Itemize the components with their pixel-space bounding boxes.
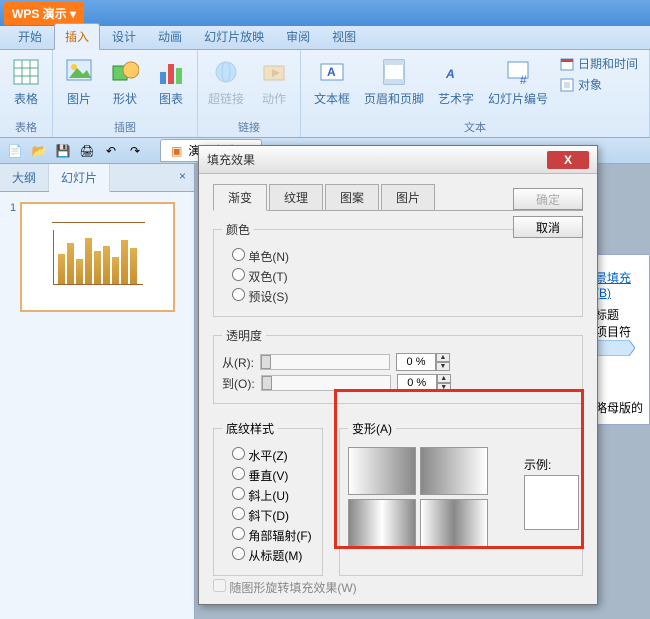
chart-icon [53, 230, 143, 285]
tab-design[interactable]: 设计 [102, 24, 146, 49]
radio-diag-up[interactable]: 斜上(U) [232, 487, 314, 504]
transparency-legend: 透明度 [222, 327, 266, 344]
tab-review[interactable]: 审阅 [276, 24, 320, 49]
datetime-button[interactable]: 日期和时间 [558, 54, 640, 73]
ribbon-tabs: 开始 插入 设计 动画 幻灯片放映 审阅 视图 [0, 26, 650, 50]
tab-pattern[interactable]: 图案 [325, 184, 379, 210]
radio-one-color[interactable]: 单色(N) [232, 248, 574, 265]
shade-legend: 底纹样式 [222, 420, 278, 437]
table-button[interactable]: 表格 [6, 54, 46, 109]
outline-tab[interactable]: 大纲 [0, 164, 49, 191]
color-legend: 颜色 [222, 221, 254, 238]
variant-1[interactable] [348, 447, 416, 495]
group-label-table: 表格 [15, 119, 37, 137]
radio-corner[interactable]: 角部辐射(F) [232, 527, 314, 544]
slide-number: 1 [10, 202, 16, 312]
variant-4[interactable] [420, 499, 488, 547]
tab-picture[interactable]: 图片 [381, 184, 435, 210]
bullet-label: 项目符 [595, 323, 645, 340]
rotate-checkbox[interactable]: 随图形旋转填充效果(W) [213, 579, 357, 596]
wordart-button[interactable]: A艺术字 [434, 54, 478, 109]
tab-slideshow[interactable]: 幻灯片放映 [194, 24, 274, 49]
slide-thumbnail[interactable] [20, 202, 175, 312]
object-button[interactable]: 对象 [558, 75, 640, 94]
master-label: 略母版的 [595, 399, 645, 416]
slides-pane: 大纲 幻灯片 × 1 [0, 164, 195, 619]
to-down[interactable]: ▼ [437, 383, 451, 392]
bullet-shape-icon [595, 340, 635, 356]
chart-button[interactable]: 图表 [151, 54, 191, 109]
hyperlink-button[interactable]: 超链接 [204, 54, 248, 109]
from-label: 从(R): [222, 354, 254, 371]
app-menu-button[interactable]: WPS 演示 ▾ [4, 2, 84, 25]
dialog-close-button[interactable]: X [547, 151, 589, 169]
tab-view[interactable]: 视图 [322, 24, 366, 49]
ribbon: 表格 表格 图片 形状 图表 插图 超链接 动作 链接 A文本框 页眉和页脚 A… [0, 50, 650, 138]
dialog-title: 填充效果 X [199, 146, 597, 174]
radio-from-title[interactable]: 从标题(M) [232, 547, 314, 564]
slides-tab[interactable]: 幻灯片 [49, 164, 110, 192]
svg-text:A: A [327, 65, 336, 79]
group-label-illus: 插图 [114, 119, 136, 137]
bg-fill-link[interactable]: 景填充(B) [595, 269, 645, 300]
radio-preset[interactable]: 预设(S) [232, 288, 574, 305]
undo-icon[interactable]: ↶ [102, 142, 120, 160]
to-input[interactable] [397, 374, 437, 392]
from-up[interactable]: ▲ [436, 353, 450, 362]
tab-gradient[interactable]: 渐变 [213, 184, 267, 211]
ok-button[interactable]: 确定 [513, 188, 583, 210]
radio-two-color[interactable]: 双色(T) [232, 268, 574, 285]
group-label-text: 文本 [464, 119, 486, 137]
save-icon[interactable]: 💾 [54, 142, 72, 160]
tab-texture[interactable]: 纹理 [269, 184, 323, 210]
header-footer-button[interactable]: 页眉和页脚 [360, 54, 428, 109]
pane-close-icon[interactable]: × [171, 164, 194, 191]
radio-vertical[interactable]: 垂直(V) [232, 467, 314, 484]
title-label: 标题 [595, 306, 645, 323]
open-icon[interactable]: 📂 [30, 142, 48, 160]
svg-text:#: # [520, 73, 527, 86]
tab-start[interactable]: 开始 [8, 24, 52, 49]
group-label-link: 链接 [238, 119, 260, 137]
shapes-button[interactable]: 形状 [105, 54, 145, 109]
to-slider[interactable] [261, 375, 391, 391]
task-pane: 景填充(B) 标题 项目符 略母版的 [590, 254, 650, 425]
cancel-button[interactable]: 取消 [513, 216, 583, 238]
picture-button[interactable]: 图片 [59, 54, 99, 109]
variant-2[interactable] [420, 447, 488, 495]
print-icon[interactable]: 🖨 [78, 142, 96, 160]
tab-animation[interactable]: 动画 [148, 24, 192, 49]
redo-icon[interactable]: ↷ [126, 142, 144, 160]
slide-number-button[interactable]: #幻灯片编号 [484, 54, 552, 109]
new-icon[interactable]: 📄 [6, 142, 24, 160]
from-slider[interactable] [260, 354, 390, 370]
radio-horizontal[interactable]: 水平(Z) [232, 447, 314, 464]
tab-insert[interactable]: 插入 [54, 23, 100, 50]
variant-3[interactable] [348, 499, 416, 547]
sample-preview [524, 475, 579, 530]
radio-diag-down[interactable]: 斜下(D) [232, 507, 314, 524]
action-button[interactable]: 动作 [254, 54, 294, 109]
from-down[interactable]: ▼ [436, 362, 450, 371]
svg-text:A: A [445, 67, 455, 81]
fill-effects-dialog: 填充效果 X 渐变 纹理 图案 图片 确定 取消 颜色 单色(N) 双色(T) … [198, 145, 598, 605]
textbox-button[interactable]: A文本框 [310, 54, 354, 109]
to-label: 到(O): [222, 375, 255, 392]
from-input[interactable] [396, 353, 436, 371]
variant-legend: 变形(A) [348, 420, 396, 437]
sample-label: 示例: [524, 456, 579, 473]
to-up[interactable]: ▲ [437, 374, 451, 383]
